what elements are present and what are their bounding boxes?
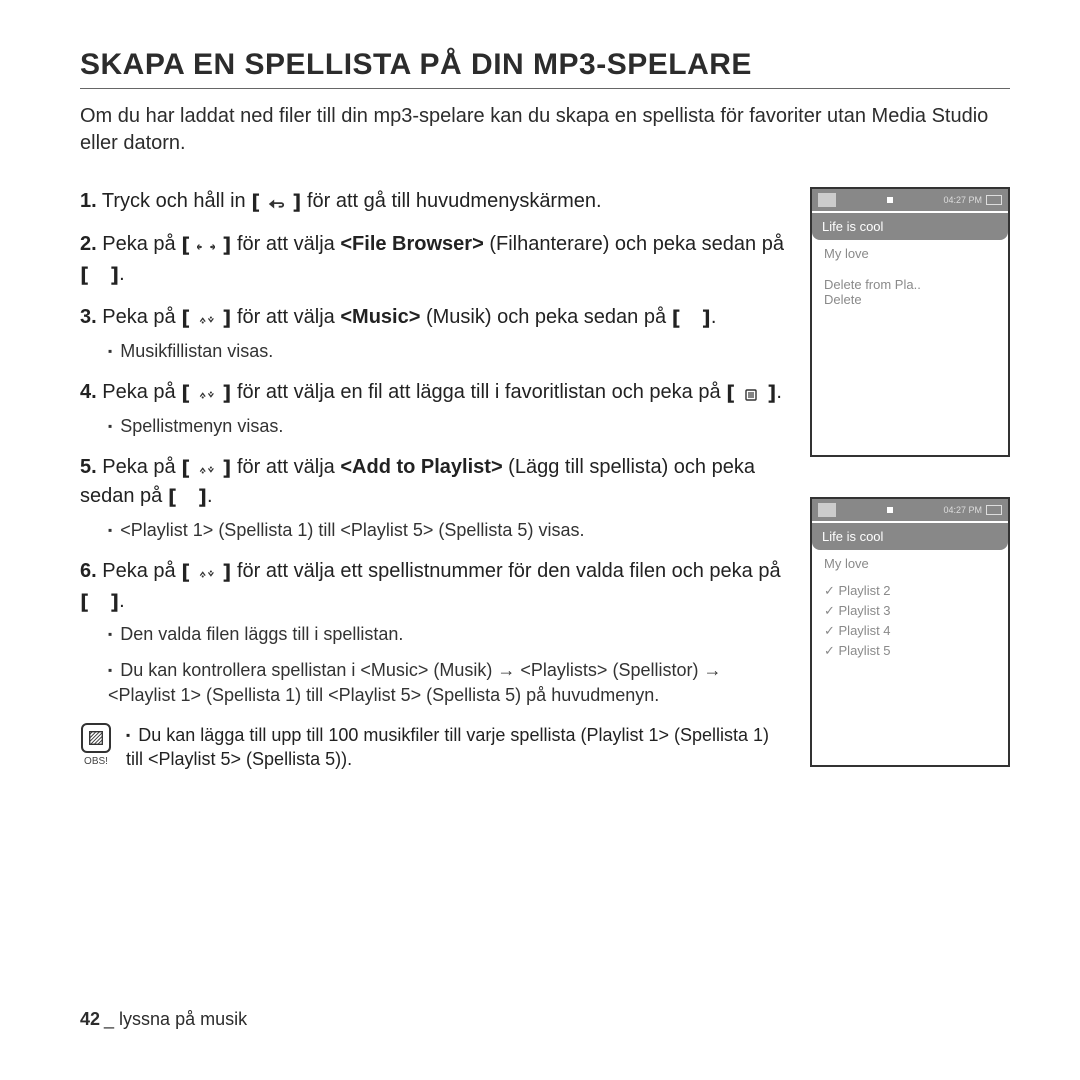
- step-6: 6. Peka på [ ] för att välja ett spellis…: [80, 557, 786, 708]
- device-1-menu-item: Delete from Pla..: [824, 277, 996, 292]
- device-2-time: 04:27 PM: [943, 505, 982, 515]
- step-6-sub1: Den valda filen läggs till i spellistan.: [80, 622, 786, 648]
- select-key-icon: [ ]: [80, 261, 119, 289]
- indicator-icon: [887, 507, 893, 513]
- camera-icon: [818, 503, 836, 517]
- device-2-playlist: Playlist 3: [824, 603, 996, 619]
- up-down-key-icon: [ ]: [181, 454, 231, 482]
- up-down-key-icon: [ ]: [181, 379, 231, 407]
- device-1-selected: Life is cool: [812, 213, 1008, 240]
- select-key-icon: [ ]: [168, 483, 207, 511]
- page-footer: 42_ lyssna på musik: [80, 1009, 247, 1030]
- step-1: 1. Tryck och håll in [ ] för att gå till…: [80, 187, 786, 216]
- step-5-sub: <Playlist 1> (Spellista 1) till <Playlis…: [80, 518, 786, 544]
- device-2-selected: Life is cool: [812, 523, 1008, 550]
- indicator-icon: [887, 197, 893, 203]
- device-1-time: 04:27 PM: [943, 195, 982, 205]
- note-row: OBS! Du kan lägga till upp till 100 musi…: [80, 723, 786, 772]
- battery-icon: [986, 195, 1002, 205]
- steps-column: 1. Tryck och håll in [ ] för att gå till…: [80, 187, 786, 771]
- step-5: 5. Peka på [ ] för att välja <Add to Pla…: [80, 453, 786, 543]
- page-title: SKAPA EN SPELLISTA PÅ DIN MP3-SPELARE: [80, 48, 1010, 82]
- rule: [80, 88, 1010, 89]
- camera-icon: [818, 193, 836, 207]
- select-key-icon: [ ]: [80, 588, 119, 616]
- device-preview-2: 04:27 PM Life is cool My love Playlist 2…: [810, 497, 1010, 767]
- back-key-icon: [ ]: [251, 188, 301, 216]
- step-6-sub2: Du kan kontrollera spellistan i <Music> …: [80, 658, 786, 709]
- device-1-menu-item: Delete: [824, 292, 996, 307]
- device-1-topbar: 04:27 PM: [812, 189, 1008, 211]
- device-2-topbar: 04:27 PM: [812, 499, 1008, 521]
- step-3-sub: Musikfillistan visas.: [80, 339, 786, 365]
- battery-icon: [986, 505, 1002, 515]
- left-right-key-icon: [ ]: [181, 231, 231, 259]
- up-down-key-icon: [ ]: [181, 304, 231, 332]
- step-2: 2. Peka på [ ] för att välja <File Brows…: [80, 230, 786, 289]
- note-text: Du kan lägga till upp till 100 musikfile…: [126, 723, 786, 772]
- device-1-row: My love: [824, 246, 996, 261]
- note-icon: OBS!: [80, 723, 112, 769]
- step-3: 3. Peka på [ ] för att välja <Music> (Mu…: [80, 303, 786, 364]
- device-2-row: My love: [824, 556, 996, 571]
- intro-text: Om du har laddat ned filer till din mp3-…: [80, 103, 1010, 157]
- menu-key-icon: [ ]: [726, 379, 776, 407]
- device-2-playlist: Playlist 5: [824, 643, 996, 659]
- device-2-playlist: Playlist 2: [824, 583, 996, 599]
- device-2-playlist: Playlist 4: [824, 623, 996, 639]
- step-4-sub: Spellistmenyn visas.: [80, 414, 786, 440]
- device-preview-1: 04:27 PM Life is cool My love Delete fro…: [810, 187, 1010, 457]
- step-4: 4. Peka på [ ] för att välja en fil att …: [80, 378, 786, 439]
- up-down-key-icon: [ ]: [181, 558, 231, 586]
- select-key-icon: [ ]: [672, 304, 711, 332]
